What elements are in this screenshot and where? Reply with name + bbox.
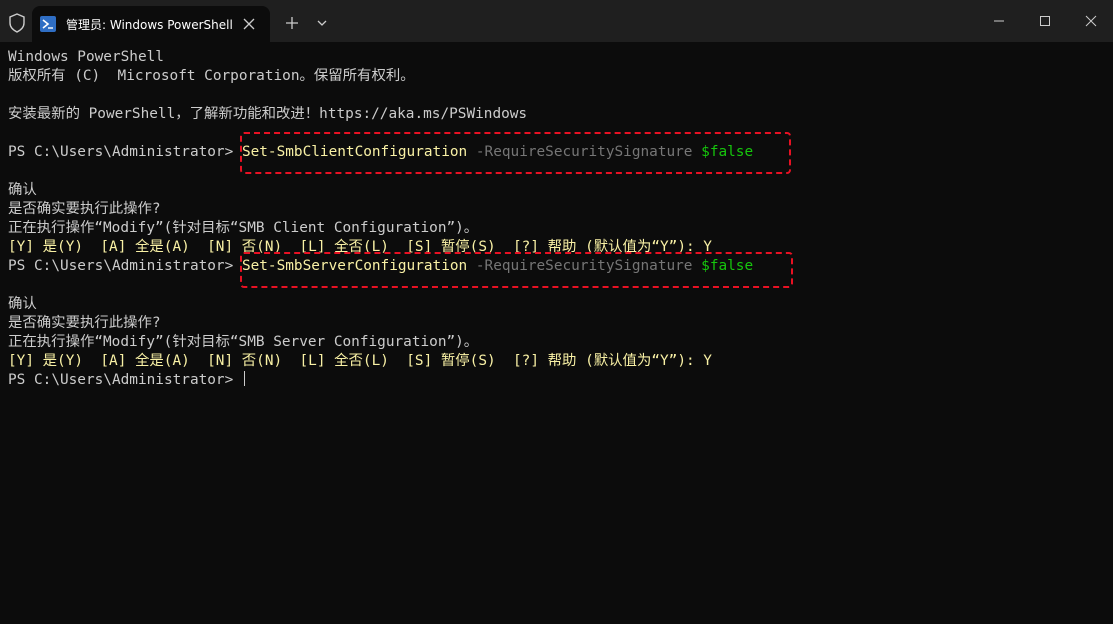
confirm-action: 正在执行操作“Modify”(针对目标“SMB Client Configura… — [8, 220, 479, 236]
chevron-down-icon[interactable] — [313, 14, 331, 32]
close-window-button[interactable] — [1067, 0, 1113, 42]
title-bar: 管理员: Windows PowerShell — [0, 0, 1113, 42]
current-prompt-line[interactable]: PS C:\Users\Administrator> — [8, 371, 1108, 390]
maximize-icon — [1040, 16, 1050, 26]
powershell-window: 管理员: Windows PowerShell Windows PowerShe… — [0, 0, 1113, 624]
prompt: PS C:\Users\Administrator> — [8, 144, 242, 160]
powershell-icon — [40, 16, 56, 32]
prompt: PS C:\Users\Administrator> — [8, 258, 242, 274]
minimize-button[interactable] — [975, 0, 1021, 42]
tab-title: 管理员: Windows PowerShell — [66, 18, 233, 32]
install-hint-line: 安装最新的 PowerShell，了解新功能和改进！https://aka.ms… — [8, 106, 528, 122]
shield-icon — [8, 13, 26, 33]
confirm-question: 是否确实要执行此操作? — [8, 201, 161, 217]
header-line: Windows PowerShell — [8, 49, 164, 65]
confirm-title: 确认 — [8, 182, 37, 198]
confirm-choices: [Y] 是(Y) [A] 全是(A) [N] 否(N) [L] 全否(L) [S… — [8, 353, 712, 369]
text-cursor — [243, 371, 245, 386]
confirm-action: 正在执行操作“Modify”(针对目标“SMB Server Configura… — [8, 334, 479, 350]
confirm-title: 确认 — [8, 296, 37, 312]
minimize-icon — [994, 20, 1004, 22]
close-window-icon — [1085, 15, 1097, 27]
copyright-line: 版权所有 (C) Microsoft Corporation。保留所有权利。 — [8, 68, 415, 84]
prompt: PS C:\Users\Administrator> — [8, 372, 242, 388]
plus-icon[interactable] — [282, 13, 302, 33]
tab-powershell[interactable]: 管理员: Windows PowerShell — [32, 6, 270, 42]
maximize-button[interactable] — [1021, 0, 1067, 42]
confirm-question: 是否确实要执行此操作? — [8, 315, 161, 331]
highlight-box-command-1 — [240, 132, 791, 174]
close-icon[interactable] — [239, 14, 259, 34]
highlight-box-command-2 — [240, 252, 793, 288]
